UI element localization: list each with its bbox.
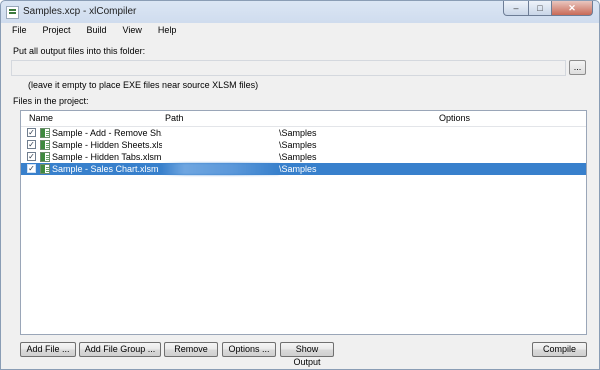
file-row-selected[interactable]: ✓ Sample - Sales Chart.xlsm \Samples — [21, 163, 586, 175]
file-path: \Samples — [279, 152, 317, 162]
close-button[interactable]: ✕ — [552, 1, 593, 16]
file-row[interactable]: ✓ Sample - Add - Remove Sh... \Samples — [21, 127, 586, 139]
menu-view[interactable]: View — [112, 23, 147, 38]
title-bar[interactable]: Samples.xcp - xlCompiler – □ ✕ — [1, 1, 599, 23]
add-file-button[interactable]: Add File ... — [20, 342, 76, 357]
files-list[interactable]: Name Path Options ✓ Sample - Add - Remov… — [20, 110, 587, 335]
excel-file-icon — [40, 128, 50, 138]
output-folder-label: Put all output files into this folder: — [13, 46, 146, 56]
column-name[interactable]: Name — [29, 113, 53, 123]
menu-file[interactable]: File — [1, 23, 32, 38]
excel-file-icon — [40, 140, 50, 150]
list-header: Name Path Options — [21, 111, 586, 127]
options-button[interactable]: Options ... — [222, 342, 276, 357]
file-path: \Samples — [279, 164, 317, 174]
menu-project[interactable]: Project — [32, 23, 76, 38]
close-icon: ✕ — [568, 2, 576, 13]
excel-file-icon — [40, 152, 50, 162]
minimize-icon: – — [513, 3, 519, 13]
caption-buttons: – □ ✕ — [503, 1, 593, 17]
file-checkbox[interactable]: ✓ — [27, 152, 36, 161]
redacted-path-blur — [161, 163, 279, 175]
file-name: Sample - Hidden Tabs.xlsm — [52, 152, 162, 162]
app-icon — [6, 6, 19, 19]
file-row[interactable]: ✓ Sample - Hidden Tabs.xlsm \Samples — [21, 151, 586, 163]
file-checkbox[interactable]: ✓ — [27, 128, 36, 137]
window-title: Samples.xcp - xlCompiler — [23, 6, 137, 17]
files-label: Files in the project: — [13, 96, 89, 106]
main-content: Put all output files into this folder: .… — [1, 38, 599, 369]
column-options[interactable]: Options — [439, 113, 470, 123]
remove-button[interactable]: Remove — [164, 342, 218, 357]
file-name: Sample - Hidden Sheets.xlsm — [52, 140, 162, 150]
file-name: Sample - Sales Chart.xlsm — [52, 164, 159, 174]
file-path: \Samples — [279, 128, 317, 138]
compile-button[interactable]: Compile — [532, 342, 587, 357]
main-window: Samples.xcp - xlCompiler – □ ✕ File Proj… — [0, 0, 600, 370]
menu-bar: File Project Build View Help — [1, 23, 599, 38]
file-path: \Samples — [279, 140, 317, 150]
maximize-icon: □ — [537, 3, 543, 13]
output-folder-hint: (leave it empty to place EXE files near … — [28, 80, 259, 90]
menu-build[interactable]: Build — [76, 23, 112, 38]
file-checkbox[interactable]: ✓ — [27, 140, 36, 149]
output-folder-input[interactable] — [11, 60, 566, 76]
menu-help[interactable]: Help — [147, 23, 182, 38]
maximize-button[interactable]: □ — [529, 1, 552, 16]
file-row[interactable]: ✓ Sample - Hidden Sheets.xlsm \Samples — [21, 139, 586, 151]
excel-file-icon — [40, 164, 50, 174]
show-output-button[interactable]: Show Output — [280, 342, 334, 367]
file-name: Sample - Add - Remove Sh... — [52, 128, 162, 138]
minimize-button[interactable]: – — [503, 1, 529, 16]
browse-button[interactable]: ... — [569, 60, 586, 75]
file-checkbox[interactable]: ✓ — [27, 164, 36, 173]
add-file-group-button[interactable]: Add File Group ... — [79, 342, 161, 357]
column-path[interactable]: Path — [165, 113, 184, 123]
